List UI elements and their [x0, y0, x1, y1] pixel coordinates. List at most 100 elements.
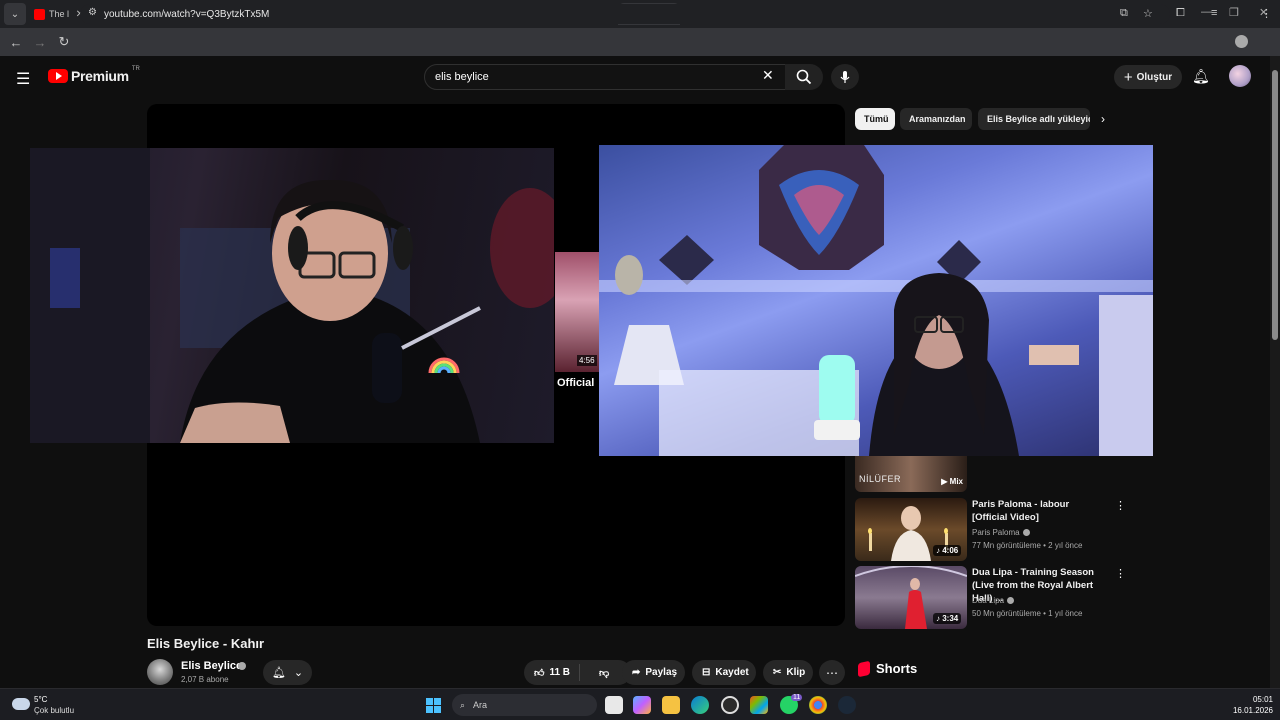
logo-word: Premium — [71, 68, 129, 84]
more-actions-icon[interactable]: ⋯ — [819, 660, 845, 685]
forward-icon[interactable]: → — [28, 35, 52, 50]
recommendation-channel[interactable]: Paris Paloma — [972, 528, 1030, 537]
chevron-right-icon[interactable]: › — [1101, 112, 1105, 126]
url-field[interactable]: ⚙ youtube.com/watch?v=Q3BytzkTx5M — [80, 4, 1170, 24]
youtube-masthead: ☰ Premium TR elis beylice ✕ + Oluştur 🔔︎ — [0, 56, 1270, 98]
miniplayer-thumbnail[interactable] — [555, 252, 599, 372]
youtube-play-icon — [48, 69, 68, 83]
windows-start-icon[interactable] — [426, 698, 441, 713]
recommendation-meta: 50 Mn görüntüleme • 1 yıl önce — [972, 609, 1083, 618]
clip-label: Klip — [786, 667, 806, 678]
webcam-overlay-left — [30, 148, 554, 443]
chip-all[interactable]: Tümü — [855, 108, 895, 130]
share-label: Paylaş — [645, 667, 678, 678]
chip-from-search[interactable]: Aramanızdan — [900, 108, 972, 130]
taskbar-search-placeholder: Ara — [473, 700, 488, 710]
shorts-label: Shorts — [876, 661, 918, 676]
reload-icon[interactable]: ↻ — [52, 34, 76, 50]
task-view-icon[interactable] — [605, 696, 623, 714]
tab-favicon-icon — [34, 8, 45, 20]
mix-thumbnail[interactable]: NİLÜFER ▶ Mix — [855, 456, 967, 492]
webcam-overlay-right — [599, 145, 1153, 456]
share-arrow-icon: ➦ — [632, 667, 641, 678]
extensions-icon[interactable]: ⧠ — [1176, 7, 1185, 20]
recommendation-menu-icon[interactable]: ⋮ — [1115, 499, 1126, 512]
search-icon: ⌕ — [460, 699, 466, 710]
search-input[interactable]: elis beylice — [424, 64, 786, 90]
mix-label: Mix — [949, 477, 963, 486]
steam-icon[interactable] — [838, 696, 856, 714]
recommendation-title[interactable]: Paris Paloma - labour [Official Video] — [972, 498, 1104, 524]
dislike-button[interactable]: 👎︎ — [585, 667, 609, 679]
mix-badge: ▶ Mix — [941, 477, 963, 486]
media-controls-icon[interactable]: ≡ — [1211, 7, 1217, 19]
save-button[interactable]: ⊟ Kaydet — [692, 660, 756, 685]
plus-icon: + — [1123, 68, 1133, 86]
tab-label: The l — [49, 9, 70, 19]
taskbar-search[interactable]: ⌕ Ara — [452, 694, 597, 716]
clear-search-icon[interactable]: ✕ — [762, 67, 774, 84]
shorts-header[interactable]: Shorts — [858, 660, 918, 677]
miniplayer-duration: 4:56 — [577, 355, 597, 366]
recommendation-duration: ♪ 4:06 — [933, 545, 962, 556]
like-dislike-group: 👍︎ 11 B 👎︎ — [524, 660, 631, 685]
voice-search-button[interactable] — [831, 64, 859, 90]
microsoft-store-icon[interactable] — [750, 696, 768, 714]
bookmark-star-icon[interactable]: ☆ — [1143, 7, 1153, 20]
site-info-icon[interactable]: ⚙ — [88, 7, 97, 18]
search-query-text: elis beylice — [435, 71, 489, 83]
subscription-notifications-button[interactable]: 🔔︎ ⌄ — [263, 660, 312, 685]
save-label: Kaydet — [715, 667, 749, 678]
weather-description[interactable]: Çok bulutlu — [34, 706, 74, 715]
verified-badge-icon — [1022, 529, 1030, 537]
create-button[interactable]: + Oluştur — [1114, 65, 1182, 89]
mix-thumb-text: NİLÜFER — [859, 474, 902, 484]
channel-name[interactable]: Elis Beylice — [181, 660, 242, 672]
recommendation-duration: ♪ 3:34 — [933, 613, 962, 624]
channel-avatar[interactable] — [147, 659, 173, 685]
windows-taskbar: 5°C Çok bulutlu ⌕ Ara 11 05:01 16.01.202… — [0, 688, 1280, 720]
scrollbar-thumb[interactable] — [1272, 70, 1278, 340]
duration-text: 3:34 — [942, 614, 959, 623]
cloud-icon[interactable] — [12, 698, 30, 710]
thumbs-up-icon: 👍︎ — [534, 667, 545, 679]
like-button[interactable]: 👍︎ 11 B — [524, 664, 580, 681]
share-button[interactable]: ➦ Paylaş — [622, 660, 685, 685]
recommendation-menu-icon[interactable]: ⋮ — [1115, 567, 1126, 580]
notifications-bell-icon[interactable]: 🔔︎ — [1192, 68, 1210, 85]
edge-browser-icon[interactable] — [691, 696, 709, 714]
chrome-icon[interactable] — [809, 696, 827, 714]
clock-app-icon[interactable] — [721, 696, 739, 714]
tab-search-menu-button[interactable]: ⌄ — [4, 3, 26, 25]
taskbar-time[interactable]: 05:01 — [1245, 695, 1273, 704]
microphone-icon — [840, 71, 850, 83]
account-avatar[interactable] — [1229, 65, 1251, 87]
chip-uploader[interactable]: Elis Beylice adlı yükleyic — [978, 108, 1090, 130]
search-button[interactable] — [785, 64, 823, 90]
profile-avatar-icon[interactable] — [1235, 35, 1248, 48]
file-explorer-icon[interactable] — [662, 696, 680, 714]
maximize-button[interactable]: ❐ — [1229, 6, 1239, 19]
youtube-premium-logo[interactable]: Premium TR — [48, 66, 140, 84]
hamburger-menu-icon[interactable]: ☰ — [16, 69, 30, 89]
miniplayer-title[interactable]: Official — [557, 377, 594, 389]
taskbar-date[interactable]: 16.01.2026 — [1222, 706, 1273, 715]
install-app-icon[interactable]: ⧉ — [1120, 7, 1128, 20]
chevron-down-icon: ⌄ — [293, 667, 304, 679]
page-scrollbar[interactable] — [1270, 56, 1280, 688]
weather-temperature[interactable]: 5°C — [34, 695, 47, 704]
streamer-webcam-image — [30, 148, 554, 443]
copilot-icon[interactable] — [633, 696, 651, 714]
video-title: Elis Beylice - Kahır — [147, 636, 265, 651]
recommendation-channel[interactable]: Dua Lipa — [972, 596, 1015, 605]
address-bar-row: ← → ↻ — [0, 28, 1280, 56]
browser-menu-icon[interactable]: ⋮ — [1261, 7, 1272, 20]
channel-text: Dua Lipa — [972, 596, 1005, 605]
subscriber-count: 2,07 B abone — [181, 675, 229, 684]
recommendation-meta: 77 Mn görüntüleme • 2 yıl önce — [972, 541, 1083, 550]
back-icon[interactable]: ← — [4, 35, 28, 50]
verified-badge-icon — [238, 662, 246, 670]
save-bookmark-icon: ⊟ — [702, 667, 711, 678]
shorts-logo-icon — [858, 660, 870, 677]
clip-button[interactable]: ✂ Klip — [763, 660, 813, 685]
